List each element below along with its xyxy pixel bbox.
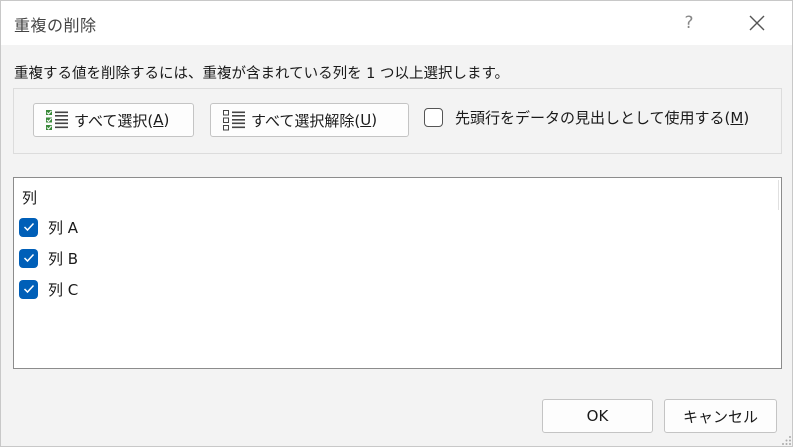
select-all-icon: [45, 109, 69, 131]
column-b-checkbox[interactable]: [19, 248, 38, 268]
cancel-button[interactable]: キャンセル: [664, 399, 777, 433]
unselect-all-icon: [222, 109, 246, 131]
close-icon: [749, 15, 765, 31]
check-icon: [23, 253, 34, 263]
unselect-all-button[interactable]: すべて選択解除(U): [210, 103, 409, 137]
headers-checkbox[interactable]: [424, 108, 443, 127]
check-icon: [23, 222, 34, 232]
resize-grip-icon[interactable]: [780, 434, 792, 446]
column-a-checkbox[interactable]: [19, 217, 38, 237]
header-separator: [778, 180, 779, 210]
headers-checkbox-accel: M: [730, 108, 744, 127]
list-item[interactable]: 列 C: [19, 277, 78, 301]
title-bar: 重複の削除 ?: [1, 1, 792, 45]
columns-list-header: 列: [22, 189, 38, 207]
list-item[interactable]: 列 B: [19, 246, 78, 270]
list-item[interactable]: 列 A: [19, 215, 78, 239]
column-a-label: 列 A: [48, 218, 79, 237]
select-all-accel: A: [153, 111, 164, 129]
unselect-all-label: すべて選択解除(: [251, 111, 361, 130]
headers-checkbox-row[interactable]: 先頭行をデータの見出しとして使用する(M): [424, 107, 749, 128]
unselect-all-accel: U: [360, 111, 372, 129]
close-button[interactable]: [742, 9, 772, 37]
unselect-all-close: ): [371, 111, 378, 129]
columns-list[interactable]: 列 列 A 列 B 列 C: [13, 177, 782, 369]
ok-button[interactable]: OK: [542, 399, 653, 433]
dialog-title: 重複の削除: [14, 16, 97, 35]
select-all-button[interactable]: すべて選択(A): [33, 103, 194, 137]
column-c-label: 列 C: [48, 280, 79, 299]
headers-checkbox-close: ): [743, 108, 750, 127]
remove-duplicates-dialog: 重複の削除 ? 重複する値を削除するには、重複が含まれている列を 1 つ以上選択…: [0, 0, 793, 447]
headers-checkbox-label: 先頭行をデータの見出しとして使用する(: [455, 109, 731, 127]
help-button[interactable]: ?: [677, 9, 701, 37]
column-c-checkbox[interactable]: [19, 279, 38, 299]
check-icon: [23, 284, 34, 294]
instruction-text: 重複する値を削除するには、重複が含まれている列を 1 つ以上選択します。: [14, 66, 510, 82]
column-b-label: 列 B: [48, 249, 79, 268]
select-all-label: すべて選択(: [74, 111, 154, 130]
select-all-close: ): [163, 111, 170, 129]
options-panel: すべて選択(A) すべて選択解除(U) 先頭行をデータの見出しとして使用する(: [13, 88, 782, 154]
